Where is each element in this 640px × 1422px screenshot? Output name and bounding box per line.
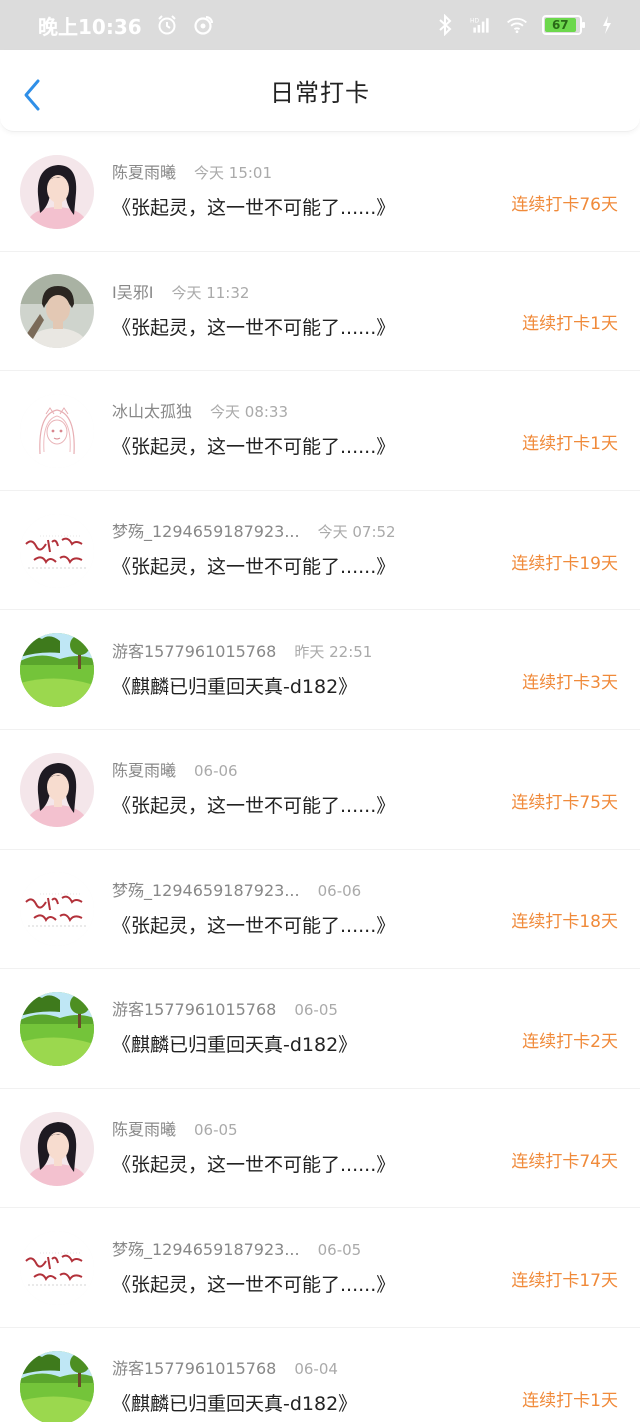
status-left: 晚上10:36 <box>38 11 214 40</box>
avatar[interactable] <box>20 752 94 827</box>
avatar[interactable] <box>20 274 94 349</box>
user-name[interactable]: 梦殇_1294659187923... <box>112 877 300 901</box>
user-name[interactable]: 梦殇_1294659187923... <box>112 1236 300 1260</box>
avatar[interactable] <box>20 991 94 1066</box>
nav-header: 日常打卡 <box>0 50 640 132</box>
battery-icon: 67 <box>542 15 585 35</box>
post-time: 06-05 <box>294 1001 338 1020</box>
streak-label: 连续打卡18天 <box>511 912 618 933</box>
signal-icon: HD <box>470 14 492 36</box>
item-meta: 陈夏雨曦 06-05 <box>112 1116 640 1140</box>
status-bar: 晚上10:36 HD 67 <box>0 0 640 50</box>
avatar[interactable] <box>20 513 94 588</box>
battery-level: 67 <box>545 18 576 32</box>
streak-label: 连续打卡3天 <box>522 673 618 694</box>
checkin-list-item[interactable]: 游客1577961015768 昨天 22:51 《麒麟已归重回天真-d182》 连续… <box>0 610 640 730</box>
post-time: 06-04 <box>294 1360 338 1379</box>
streak-label: 连续打卡75天 <box>511 792 618 813</box>
post-time: 06-05 <box>317 1240 362 1259</box>
streak-label: 连续打卡1天 <box>522 433 618 454</box>
avatar[interactable] <box>20 154 94 229</box>
user-name[interactable]: 游客1577961015768 <box>112 996 276 1020</box>
item-meta: 游客1577961015768 06-04 <box>112 1355 640 1379</box>
avatar[interactable] <box>20 872 94 947</box>
status-time: 晚上10:36 <box>38 14 142 39</box>
streak-label: 连续打卡1天 <box>522 1390 618 1411</box>
checkin-list-item[interactable]: 游客1577961015768 06-05 《麒麟已归重回天真-d182》 连续打卡2… <box>0 969 640 1089</box>
charging-icon <box>596 14 618 36</box>
checkin-list-item[interactable]: 冰山太孤独 今天 08:33 《张起灵，这一世不可能了......》 连续打卡1天 <box>0 371 640 491</box>
checkin-list-item[interactable]: 陈夏雨曦 06-06 《张起灵，这一世不可能了......》 连续打卡75天 <box>0 730 640 850</box>
post-time: 今天 08:33 <box>210 403 289 422</box>
streak-label: 连续打卡74天 <box>511 1151 618 1172</box>
user-name[interactable]: I吴邪I <box>112 279 153 303</box>
wifi-icon <box>506 14 528 36</box>
user-name[interactable]: 冰山太孤独 <box>112 398 192 422</box>
item-meta: 游客1577961015768 昨天 22:51 <box>112 638 640 662</box>
checkin-list-item[interactable]: 梦殇_1294659187923... 今天 07:52 《张起灵，这一世不可能了.… <box>0 491 640 611</box>
checkin-list: 陈夏雨曦 今天 15:01 《张起灵，这一世不可能了......》 连续打卡76天 I吴… <box>0 132 640 1422</box>
alarm-icon <box>156 14 178 36</box>
weibo-icon <box>192 14 214 36</box>
user-name[interactable]: 陈夏雨曦 <box>112 1116 176 1140</box>
checkin-list-item[interactable]: 梦殇_1294659187923... 06-06 《张起灵，这一世不可能了....… <box>0 850 640 970</box>
status-right: HD 67 <box>434 14 618 36</box>
item-meta: 冰山太孤独 今天 08:33 <box>112 398 640 422</box>
streak-label: 连续打卡76天 <box>511 194 618 215</box>
checkin-list-item[interactable]: 梦殇_1294659187923... 06-05 《张起灵，这一世不可能了....… <box>0 1208 640 1328</box>
item-meta: 梦殇_1294659187923... 06-05 <box>112 1236 640 1260</box>
avatar[interactable] <box>20 393 94 468</box>
avatar[interactable] <box>20 1111 94 1186</box>
streak-label: 连续打卡17天 <box>511 1271 618 1292</box>
item-meta: 梦殇_1294659187923... 06-06 <box>112 877 640 901</box>
post-time: 06-06 <box>194 762 238 781</box>
chevron-left-icon <box>24 79 40 111</box>
post-time: 今天 15:01 <box>194 164 273 183</box>
item-meta: I吴邪I 今天 11:32 <box>112 279 640 303</box>
avatar[interactable] <box>20 1231 94 1306</box>
post-time: 今天 07:52 <box>317 523 396 542</box>
checkin-list-item[interactable]: I吴邪I 今天 11:32 《张起灵，这一世不可能了......》 连续打卡1天 <box>0 252 640 372</box>
user-name[interactable]: 游客1577961015768 <box>112 638 276 662</box>
avatar[interactable] <box>20 1350 94 1422</box>
bluetooth-icon <box>434 14 456 36</box>
user-name[interactable]: 陈夏雨曦 <box>112 757 176 781</box>
checkin-list-item[interactable]: 陈夏雨曦 06-05 《张起灵，这一世不可能了......》 连续打卡74天 <box>0 1089 640 1209</box>
streak-label: 连续打卡1天 <box>522 314 618 335</box>
post-time: 06-05 <box>194 1121 238 1140</box>
item-meta: 陈夏雨曦 今天 15:01 <box>112 159 640 183</box>
streak-label: 连续打卡19天 <box>511 553 618 574</box>
user-name[interactable]: 游客1577961015768 <box>112 1355 276 1379</box>
item-meta: 梦殇_1294659187923... 今天 07:52 <box>112 518 640 542</box>
checkin-list-item[interactable]: 陈夏雨曦 今天 15:01 《张起灵，这一世不可能了......》 连续打卡76天 <box>0 132 640 252</box>
post-time: 今天 11:32 <box>171 283 250 302</box>
checkin-list-item[interactable]: 游客1577961015768 06-04 《麒麟已归重回天真-d182》 连续打卡1… <box>0 1328 640 1422</box>
svg-text:HD: HD <box>470 18 479 24</box>
page-title: 日常打卡 <box>270 79 370 107</box>
item-meta: 游客1577961015768 06-05 <box>112 996 640 1020</box>
user-name[interactable]: 梦殇_1294659187923... <box>112 518 300 542</box>
user-name[interactable]: 陈夏雨曦 <box>112 159 176 183</box>
post-time: 06-06 <box>317 881 362 900</box>
streak-label: 连续打卡2天 <box>522 1031 618 1052</box>
post-time: 昨天 22:51 <box>294 642 373 661</box>
item-meta: 陈夏雨曦 06-06 <box>112 757 640 781</box>
avatar[interactable] <box>20 633 94 708</box>
back-button[interactable] <box>22 78 50 112</box>
